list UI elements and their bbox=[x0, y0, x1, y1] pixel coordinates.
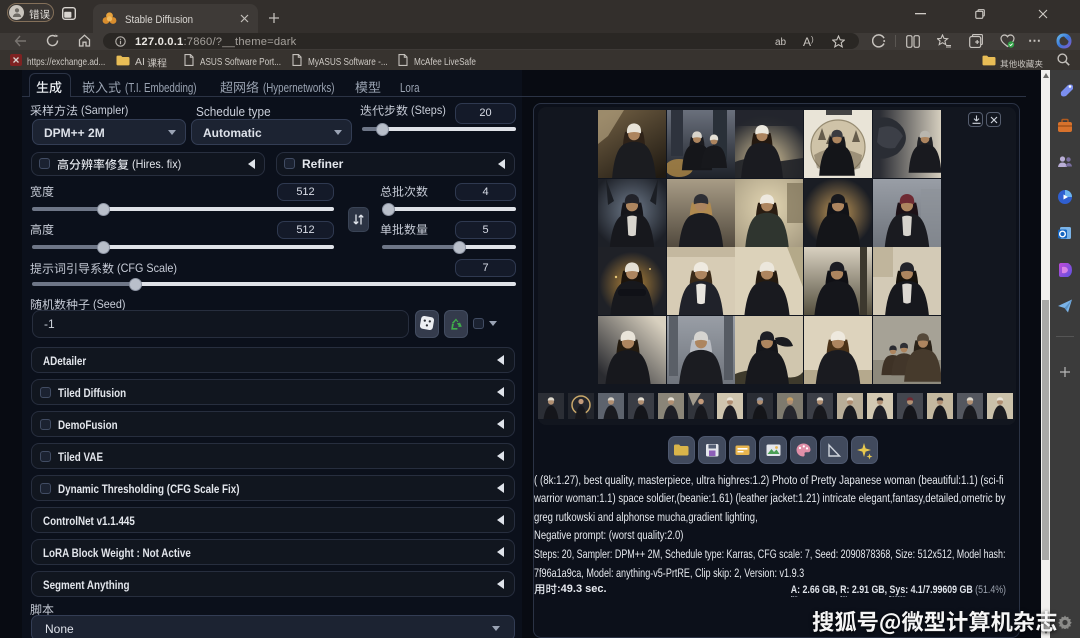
svg-text:ab: ab bbox=[775, 37, 787, 47]
